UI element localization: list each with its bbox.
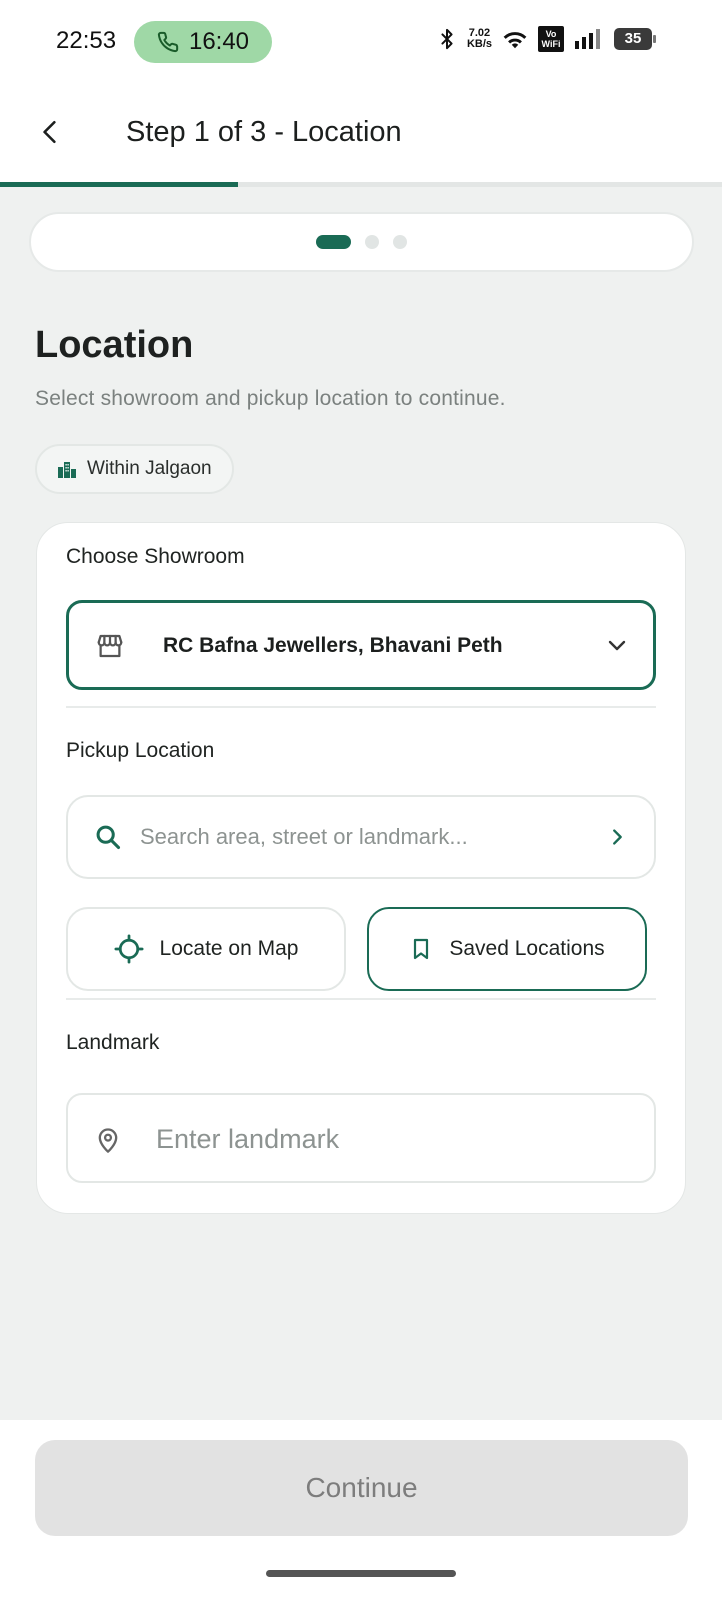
landmark-input[interactable]	[156, 1119, 636, 1159]
pickup-label: Pickup Location	[66, 739, 215, 762]
step-dot-active	[316, 235, 351, 249]
showroom-selected-value: RC Bafna Jewellers, Bhavani Peth	[163, 634, 503, 657]
chevron-left-icon	[43, 120, 56, 144]
chevron-down-icon	[608, 640, 626, 651]
call-timer: 16:40	[188, 28, 250, 55]
step-dot	[393, 235, 407, 249]
status-bar: 22:53 16:40 7.02 KB/s Vo WiFi 35	[0, 0, 722, 84]
bookmark-icon	[414, 938, 429, 960]
search-icon	[96, 825, 121, 850]
bluetooth-icon	[441, 28, 453, 50]
step-dot	[365, 235, 379, 249]
pickup-search-field[interactable]	[66, 795, 656, 879]
section-title: Location	[35, 324, 194, 366]
signal-icon	[575, 29, 600, 49]
phone-icon	[157, 31, 179, 53]
city-buildings-icon	[58, 462, 76, 478]
divider	[66, 998, 656, 1000]
status-time: 22:53	[56, 27, 117, 54]
saved-locations-button[interactable]: Saved Locations	[367, 907, 647, 991]
store-icon	[97, 634, 123, 658]
showroom-select[interactable]: RC Bafna Jewellers, Bhavani Peth	[66, 600, 656, 690]
page-title: Step 1 of 3 - Location	[126, 116, 402, 148]
home-indicator[interactable]	[266, 1570, 456, 1577]
network-speed-unit: KB/s	[466, 38, 492, 50]
vowifi-icon: Vo WiFi	[538, 26, 564, 52]
battery-level: 35	[624, 30, 642, 47]
battery-icon: 35	[614, 28, 656, 50]
pickup-search-input[interactable]	[140, 817, 570, 857]
step-progress-bar	[0, 182, 722, 187]
locate-on-map-button[interactable]: Locate on Map	[66, 907, 346, 991]
section-subtitle: Select showroom and pickup location to c…	[35, 387, 506, 410]
location-form-card: Choose Showroom RC Bafna Jewellers, Bhav…	[36, 522, 686, 1214]
wifi-icon	[503, 32, 527, 49]
bottom-bar: Continue	[0, 1420, 722, 1600]
saved-locations-label: Saved Locations	[449, 937, 605, 960]
network-speed: 7.02 KB/s	[467, 28, 492, 50]
crosshair-icon	[114, 934, 144, 964]
ongoing-call-pill[interactable]: 16:40	[134, 21, 272, 63]
app-bar: Step 1 of 3 - Location	[0, 84, 722, 182]
chevron-right-icon	[613, 829, 622, 845]
back-button[interactable]	[30, 112, 70, 152]
map-pin-icon	[98, 1128, 118, 1153]
locate-on-map-label: Locate on Map	[159, 937, 299, 960]
status-icons: 7.02 KB/s Vo WiFi 35	[437, 26, 656, 52]
landmark-label: Landmark	[66, 1031, 160, 1054]
city-chip-label: Within Jalgaon	[87, 458, 212, 479]
vowifi-label-2: WiFi	[541, 39, 561, 49]
showroom-label: Choose Showroom	[66, 545, 245, 568]
divider	[66, 706, 656, 708]
landmark-field[interactable]	[66, 1093, 656, 1183]
vowifi-label-1: Vo	[545, 29, 557, 39]
city-chip: Within Jalgaon	[35, 444, 234, 494]
continue-button[interactable]: Continue	[35, 1440, 688, 1536]
step-progress-fill	[0, 182, 239, 187]
step-indicator	[29, 212, 694, 272]
